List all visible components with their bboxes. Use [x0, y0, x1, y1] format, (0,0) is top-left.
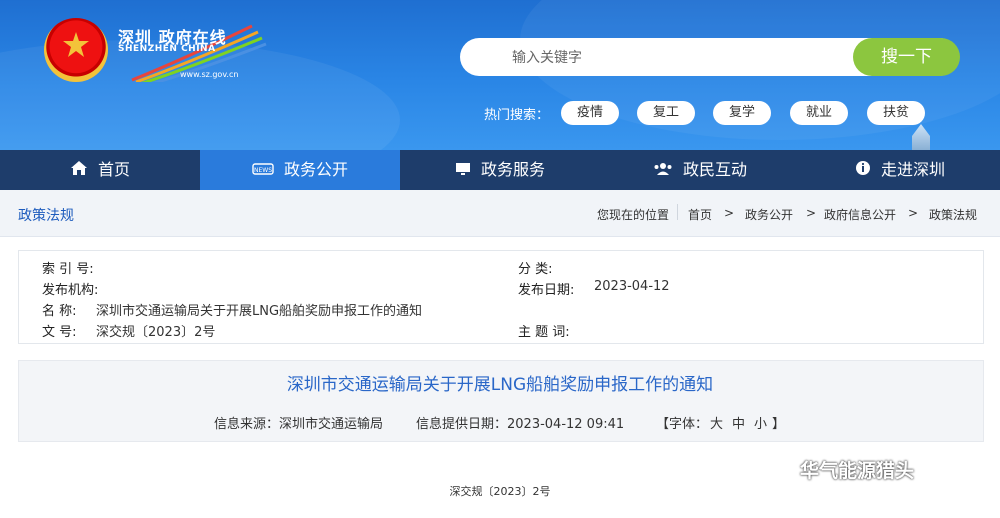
svg-text:NEWS: NEWS: [254, 167, 272, 174]
hot-tag-employment[interactable]: 就业: [790, 101, 848, 125]
meta-docno-value: 深交规〔2023〕2号: [96, 325, 216, 340]
nav-interaction[interactable]: 政民互动: [600, 150, 800, 190]
watermark-text: 华气能源猎头: [800, 460, 915, 482]
font-size-large[interactable]: 大: [710, 413, 723, 432]
hot-tag-resume-school[interactable]: 复学: [713, 101, 771, 125]
article-provided-date: 信息提供日期：2023-04-12 09:41: [416, 417, 625, 432]
breadcrumb-separator: >: [806, 206, 817, 220]
meta-subject-label: 主 题 词:: [518, 325, 570, 340]
search-button[interactable]: 搜一下: [853, 38, 960, 76]
logo-english: SHENZHEN CHINA: [118, 44, 216, 54]
breadcrumb-gov-info[interactable]: 政府信息公开: [824, 206, 896, 223]
national-emblem-icon[interactable]: [44, 18, 108, 82]
breadcrumb-separator: >: [724, 206, 735, 220]
font-size-label: 【字体：: [656, 417, 709, 432]
meta-docno-label: 文 号:: [42, 325, 77, 340]
meta-publisher-label: 发布机构:: [42, 283, 99, 298]
hot-tag-resume-work[interactable]: 复工: [637, 101, 695, 125]
users-icon: [653, 151, 673, 191]
breadcrumb-separator: >: [908, 206, 919, 220]
meta-name-value: 深圳市交通运输局关于开展LNG船舶奖励申报工作的通知: [96, 304, 423, 319]
font-size-medium[interactable]: 中: [732, 413, 745, 432]
document-number: 深交规〔2023〕2号: [449, 485, 551, 498]
nav-about-shenzhen-label: 走进深圳: [880, 160, 945, 179]
nav-gov-services-label: 政务服务: [480, 160, 545, 179]
breadcrumb-home[interactable]: 首页: [688, 206, 712, 223]
meta-index-label: 索 引 号:: [42, 262, 94, 277]
section-title[interactable]: 政策法规: [18, 205, 74, 225]
nav-about-shenzhen[interactable]: 走进深圳: [800, 150, 1000, 190]
breadcrumb-divider: [677, 204, 678, 220]
nav-home-label: 首页: [97, 160, 130, 179]
article-title: 深圳市交通运输局关于开展LNG船舶奖励申报工作的通知: [286, 375, 714, 395]
font-size-end: 】: [772, 417, 786, 432]
meta-date-value: 2023-04-12: [594, 279, 670, 294]
hot-search-label: 热门搜索：: [484, 108, 550, 123]
font-size-small[interactable]: 小: [754, 413, 767, 432]
news-icon: NEWS: [252, 151, 274, 191]
search-input[interactable]: [510, 46, 844, 70]
main-nav: 首页 NEWS 政务公开 政务服务 政民互动 走进深圳: [0, 150, 1000, 190]
nav-gov-affairs-label: 政务公开: [283, 160, 348, 179]
meta-date-label: 发布日期:: [518, 283, 575, 298]
monitor-icon: [455, 151, 471, 191]
hot-tag-poverty[interactable]: 扶贫: [867, 101, 925, 125]
breadcrumb-policy[interactable]: 政策法规: [929, 206, 977, 223]
meta-name-label: 名 称:: [42, 304, 77, 319]
info-icon: [855, 151, 871, 191]
breadcrumb-prefix: 您现在的位置: [597, 208, 670, 222]
article-source: 信息来源：深圳市交通运输局: [214, 417, 384, 432]
meta-category-label: 分 类:: [518, 262, 553, 277]
home-icon: [70, 151, 88, 191]
breadcrumb-gov-affairs[interactable]: 政务公开: [745, 206, 793, 223]
nav-gov-services[interactable]: 政务服务: [400, 150, 600, 190]
logo-url: www.sz.gov.cn: [180, 70, 239, 79]
nav-home[interactable]: 首页: [0, 150, 200, 190]
wechat-icon: [768, 460, 796, 481]
nav-gov-affairs[interactable]: NEWS 政务公开: [200, 150, 400, 190]
nav-interaction-label: 政民互动: [682, 160, 747, 179]
hot-tag-epidemic[interactable]: 疫情: [561, 101, 619, 125]
